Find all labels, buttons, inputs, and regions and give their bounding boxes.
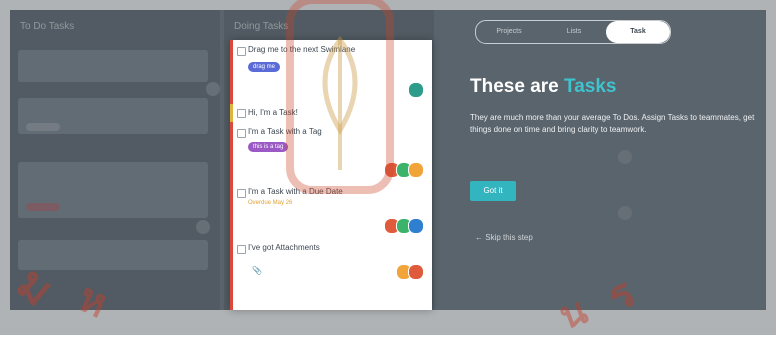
tour-stepper: Projects Lists Task	[475, 20, 671, 44]
priority-bar	[230, 122, 233, 182]
headline-accent: Tasks	[564, 76, 617, 97]
skip-step-link[interactable]: ← Skip this step	[475, 233, 533, 242]
assignees	[384, 218, 424, 239]
task-checkbox[interactable]	[237, 189, 246, 198]
avatar	[408, 162, 424, 178]
avatar	[408, 264, 424, 280]
priority-bar	[230, 104, 233, 122]
assignees	[396, 264, 424, 285]
due-date: Overdue May 26	[248, 200, 293, 206]
task-checkbox[interactable]	[237, 245, 246, 254]
task-title: I've got Attachments	[248, 243, 320, 252]
intro-headline: These are Tasks	[470, 76, 616, 98]
priority-bar	[230, 182, 233, 238]
paperclip-icon: 📎	[252, 266, 262, 275]
task-checkbox[interactable]	[237, 129, 246, 138]
task-checkbox[interactable]	[237, 109, 246, 118]
priority-bar	[230, 40, 233, 104]
got-it-button[interactable]: Got it	[470, 181, 516, 201]
headline-text: These are	[470, 76, 559, 97]
task-checkbox[interactable]	[237, 47, 246, 56]
step-task[interactable]: Task	[606, 21, 670, 43]
intro-description: They are much more than your average To …	[470, 113, 755, 134]
avatar	[408, 82, 424, 98]
task-card[interactable]: I've got Attachments 📎	[230, 238, 432, 310]
skip-label: Skip this step	[485, 233, 533, 242]
step-projects[interactable]: Projects	[476, 21, 542, 43]
assignees	[408, 82, 424, 103]
avatar	[408, 218, 424, 234]
step-lists[interactable]: Lists	[542, 21, 606, 43]
watermark-seal	[286, 0, 394, 194]
priority-bar	[230, 238, 233, 310]
